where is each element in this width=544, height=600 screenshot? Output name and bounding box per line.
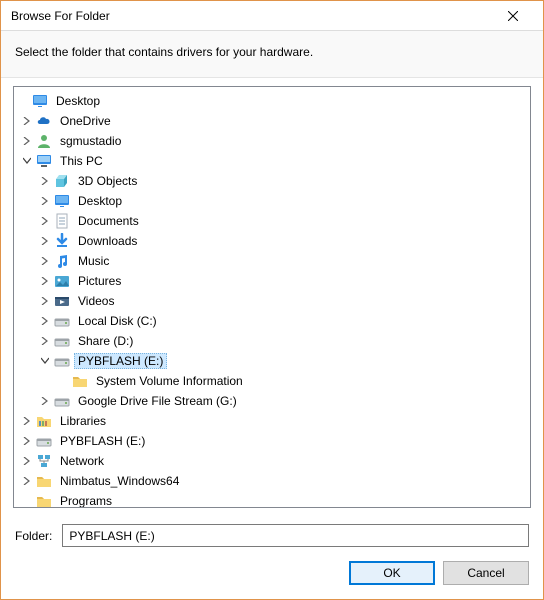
- chevron-right-icon[interactable]: [20, 434, 34, 448]
- videos-icon: [54, 293, 70, 309]
- folder-tree[interactable]: Desktop OneDrive sgmustadio This PC 3D O…: [13, 86, 531, 508]
- folder-label: Folder:: [15, 529, 52, 543]
- drive-icon: [54, 313, 70, 329]
- chevron-right-icon[interactable]: [38, 254, 52, 268]
- tree-label: Libraries: [56, 413, 110, 429]
- tree-label: Programs: [56, 493, 116, 508]
- download-icon: [54, 233, 70, 249]
- tree-item-music[interactable]: Music: [14, 251, 530, 271]
- pictures-icon: [54, 273, 70, 289]
- tree-item-pybflash[interactable]: PYBFLASH (E:): [14, 351, 530, 371]
- tree-label: Documents: [74, 213, 143, 229]
- chevron-right-icon[interactable]: [20, 454, 34, 468]
- chevron-right-icon[interactable]: [20, 474, 34, 488]
- chevron-right-icon[interactable]: [38, 214, 52, 228]
- tree-item-desktop-folder[interactable]: Desktop: [14, 191, 530, 211]
- drive-icon: [36, 433, 52, 449]
- tree-label: Network: [56, 453, 108, 469]
- tree-label: Pictures: [74, 273, 125, 289]
- chevron-right-icon[interactable]: [38, 294, 52, 308]
- folder-icon: [72, 373, 88, 389]
- tree-item-3d-objects[interactable]: 3D Objects: [14, 171, 530, 191]
- libraries-icon: [36, 413, 52, 429]
- desktop-icon: [54, 193, 70, 209]
- tree-item-desktop[interactable]: Desktop: [14, 91, 530, 111]
- close-button[interactable]: [490, 2, 535, 30]
- chevron-right-icon[interactable]: [38, 314, 52, 328]
- tree-label: This PC: [56, 153, 107, 169]
- tree-item-system-volume[interactable]: System Volume Information: [14, 371, 530, 391]
- tree-label: Videos: [74, 293, 118, 309]
- tree-label: Google Drive File Stream (G:): [74, 393, 241, 409]
- chevron-right-icon[interactable]: [38, 174, 52, 188]
- chevron-right-icon[interactable]: [38, 194, 52, 208]
- chevron-right-icon[interactable]: [38, 334, 52, 348]
- cloud-icon: [36, 113, 52, 129]
- browse-for-folder-dialog: Browse For Folder Select the folder that…: [0, 0, 544, 600]
- tree-item-nimbatus[interactable]: Nimbatus_Windows64: [14, 471, 530, 491]
- tree-item-share[interactable]: Share (D:): [14, 331, 530, 351]
- chevron-right-icon[interactable]: [38, 274, 52, 288]
- 3d-icon: [54, 173, 70, 189]
- chevron-right-icon[interactable]: [20, 134, 34, 148]
- ok-button[interactable]: OK: [349, 561, 435, 585]
- folder-icon: [36, 493, 52, 508]
- desktop-icon: [32, 93, 48, 109]
- tree-label: OneDrive: [56, 113, 115, 129]
- drive-icon: [54, 333, 70, 349]
- chevron-right-icon[interactable]: [38, 234, 52, 248]
- folder-field-row: Folder:: [1, 514, 543, 553]
- folder-icon: [36, 473, 52, 489]
- tree-label: sgmustadio: [56, 133, 125, 149]
- music-icon: [54, 253, 70, 269]
- tree-item-libraries[interactable]: Libraries: [14, 411, 530, 431]
- tree-item-network[interactable]: Network: [14, 451, 530, 471]
- tree-item-videos[interactable]: Videos: [14, 291, 530, 311]
- network-icon: [36, 453, 52, 469]
- folder-input[interactable]: [62, 524, 529, 547]
- tree-item-onedrive[interactable]: OneDrive: [14, 111, 530, 131]
- tree-label: PYBFLASH (E:): [74, 353, 167, 369]
- tree-label: Downloads: [74, 233, 141, 249]
- tree-item-documents[interactable]: Documents: [14, 211, 530, 231]
- button-row: OK Cancel: [1, 553, 543, 599]
- cancel-button[interactable]: Cancel: [443, 561, 529, 585]
- drive-icon: [54, 393, 70, 409]
- close-icon: [508, 11, 518, 21]
- document-icon: [54, 213, 70, 229]
- tree-label: Desktop: [52, 93, 104, 109]
- chevron-right-icon[interactable]: [20, 414, 34, 428]
- tree-label: 3D Objects: [74, 173, 141, 189]
- pc-icon: [36, 153, 52, 169]
- tree-item-programs[interactable]: Programs: [14, 491, 530, 508]
- tree-item-pybflash-2[interactable]: PYBFLASH (E:): [14, 431, 530, 451]
- tree-label: Share (D:): [74, 333, 137, 349]
- tree-label: Music: [74, 253, 113, 269]
- tree-item-pictures[interactable]: Pictures: [14, 271, 530, 291]
- chevron-down-icon[interactable]: [38, 354, 52, 368]
- tree-item-local-disk[interactable]: Local Disk (C:): [14, 311, 530, 331]
- drive-icon: [54, 353, 70, 369]
- tree-item-downloads[interactable]: Downloads: [14, 231, 530, 251]
- user-icon: [36, 133, 52, 149]
- tree-label: Local Disk (C:): [74, 313, 161, 329]
- tree-label: PYBFLASH (E:): [56, 433, 149, 449]
- tree-item-user[interactable]: sgmustadio: [14, 131, 530, 151]
- titlebar: Browse For Folder: [1, 1, 543, 31]
- chevron-right-icon[interactable]: [20, 114, 34, 128]
- tree-label: Desktop: [74, 193, 126, 209]
- tree-label: Nimbatus_Windows64: [56, 473, 183, 489]
- chevron-down-icon[interactable]: [20, 154, 34, 168]
- dialog-title: Browse For Folder: [11, 9, 490, 23]
- tree-item-this-pc[interactable]: This PC: [14, 151, 530, 171]
- chevron-right-icon[interactable]: [38, 394, 52, 408]
- tree-item-google-drive[interactable]: Google Drive File Stream (G:): [14, 391, 530, 411]
- tree-label: System Volume Information: [92, 373, 247, 389]
- instruction-text: Select the folder that contains drivers …: [1, 31, 543, 78]
